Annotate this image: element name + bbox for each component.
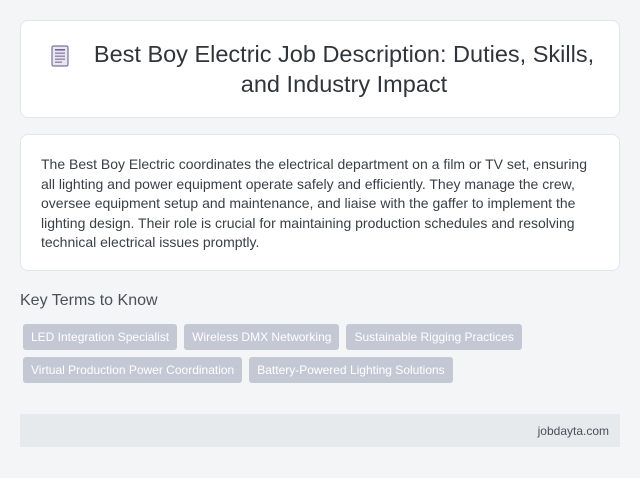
- description-card: The Best Boy Electric coordinates the el…: [20, 134, 620, 271]
- key-terms-heading: Key Terms to Know: [20, 292, 158, 309]
- tag-sustainable-rigging-practices[interactable]: Sustainable Rigging Practices: [346, 324, 522, 350]
- tag-virtual-production-power-coordination[interactable]: Virtual Production Power Coordination: [23, 357, 243, 383]
- title-row: Best Boy Electric Job Description: Dutie…: [41, 39, 599, 99]
- tag-battery-powered-lighting-solutions[interactable]: Battery-Powered Lighting Solutions: [249, 357, 453, 383]
- footer: jobdayta.com: [20, 414, 620, 447]
- document-icon: [51, 45, 69, 67]
- footer-site-link[interactable]: jobdayta.com: [538, 424, 609, 438]
- key-terms-tags: LED Integration Specialist Wireless DMX …: [23, 324, 620, 383]
- page: Best Boy Electric Job Description: Dutie…: [0, 0, 640, 478]
- title-card: Best Boy Electric Job Description: Dutie…: [20, 20, 620, 118]
- tag-wireless-dmx-networking[interactable]: Wireless DMX Networking: [184, 324, 340, 350]
- page-title: Best Boy Electric Job Description: Dutie…: [93, 41, 595, 97]
- tag-led-integration-specialist[interactable]: LED Integration Specialist: [23, 324, 178, 350]
- description-text: The Best Boy Electric coordinates the el…: [41, 156, 587, 250]
